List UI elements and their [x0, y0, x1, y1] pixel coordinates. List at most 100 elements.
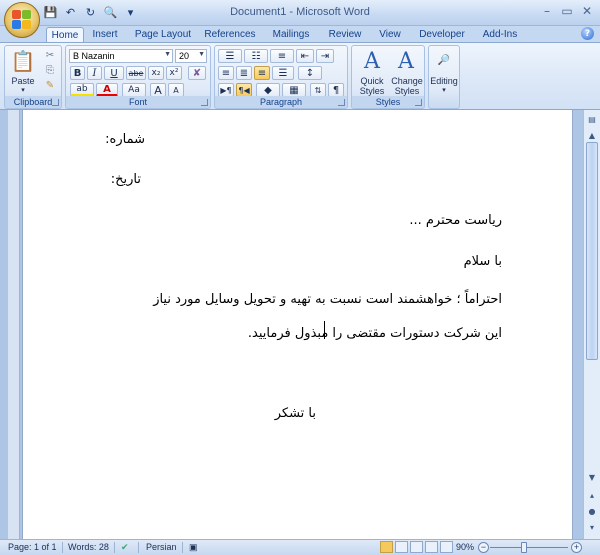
paste-dropdown-icon[interactable]: ▾ [7, 86, 39, 96]
quick-styles-icon[interactable]: A [358, 48, 386, 74]
vertical-ruler [8, 110, 20, 539]
ribbon-tabs: Home Insert Page Layout References Maili… [0, 26, 600, 44]
align-right-icon[interactable]: ≡ [254, 66, 270, 80]
close-icon[interactable]: ✕ [580, 3, 594, 19]
status-bar: Page: 1 of 1 Words: 28 ✔ Persian ▣ 90% −… [0, 539, 600, 555]
tab-references[interactable]: References [204, 27, 256, 43]
editing-group: 🔎 Editing ▾ [428, 45, 460, 109]
draft-view-icon[interactable] [440, 541, 453, 553]
strikethrough-button[interactable]: abe [126, 66, 146, 80]
find-icon[interactable]: 🔎 [433, 50, 455, 70]
quick-styles-label: Quick [360, 76, 384, 86]
multilevel-list-icon[interactable]: ≡ [270, 49, 294, 63]
increase-indent-icon[interactable]: ⇥ [316, 49, 334, 63]
scroll-down-icon[interactable]: ▼ [585, 470, 599, 484]
superscript-button[interactable]: x² [166, 66, 182, 80]
font-launcher-icon[interactable] [201, 99, 208, 106]
select-browse-object-icon[interactable]: ● [585, 504, 599, 518]
clear-formatting-icon[interactable]: ✘ [188, 66, 206, 80]
justify-icon[interactable]: ☰ [272, 66, 294, 80]
restore-icon[interactable]: ▭ [560, 3, 574, 19]
chevron-down-icon: ▼ [164, 51, 171, 58]
editing-dropdown-icon[interactable]: ▾ [429, 86, 459, 96]
borders-icon[interactable]: ▦ [282, 83, 306, 97]
font-name-value: B Nazanin [73, 51, 115, 61]
zoom-in-icon[interactable]: + [571, 542, 582, 553]
tab-view[interactable]: View [376, 27, 404, 43]
ruler-toggle-icon[interactable]: ▤ [585, 112, 599, 126]
format-painter-icon[interactable]: ✎ [43, 79, 57, 92]
tab-page-layout[interactable]: Page Layout [134, 27, 192, 43]
numbering-icon[interactable]: ☷ [244, 49, 268, 63]
shrink-font-button[interactable]: A [168, 83, 184, 97]
zoom-out-icon[interactable]: − [478, 542, 489, 553]
title-bar: 💾 ↶ ↻ 🔍 ▾ Document1 - Microsoft Word – ▭… [0, 0, 600, 38]
sort-icon[interactable]: ⇅ [310, 83, 326, 97]
font-name-combo[interactable]: B Nazanin ▼ [69, 49, 173, 63]
rtl-direction-icon[interactable]: ¶◀ [236, 83, 252, 97]
outline-view-icon[interactable] [425, 541, 438, 553]
paragraph-group-label: Paragraph [215, 96, 347, 108]
line-spacing-icon[interactable]: ↕ [298, 66, 322, 80]
zoom-slider-thumb[interactable] [521, 542, 527, 553]
change-styles-button[interactable]: Change Styles [388, 76, 426, 96]
tab-insert[interactable]: Insert [88, 27, 122, 43]
doc-line-number: شماره: [105, 132, 145, 147]
full-screen-reading-view-icon[interactable] [395, 541, 408, 553]
page-count-status[interactable]: Page: 1 of 1 [8, 542, 57, 552]
grow-font-button[interactable]: A [150, 83, 166, 97]
paste-icon[interactable]: 📋 [9, 48, 37, 74]
show-marks-icon[interactable]: ¶ [328, 83, 344, 97]
font-group: B Nazanin ▼ 20 ▼ B I U abe x₂ x² ✘ ab A … [65, 45, 211, 109]
decrease-indent-icon[interactable]: ⇤ [296, 49, 314, 63]
macro-recording-icon[interactable]: ▣ [189, 542, 198, 553]
font-color-icon[interactable]: A [96, 83, 118, 97]
cut-icon[interactable]: ✂ [43, 49, 57, 62]
previous-page-icon[interactable]: ▴ [585, 488, 599, 502]
quick-styles-button[interactable]: Quick Styles [354, 76, 390, 96]
change-styles-icon[interactable]: A [392, 48, 420, 74]
print-layout-view-icon[interactable] [380, 541, 393, 553]
font-size-combo[interactable]: 20 ▼ [175, 49, 207, 63]
web-layout-view-icon[interactable] [410, 541, 423, 553]
bullets-icon[interactable]: ☰ [218, 49, 242, 63]
align-center-icon[interactable]: ≣ [236, 66, 252, 80]
paste-button[interactable]: Paste [7, 76, 39, 86]
change-case-button[interactable]: Aa [122, 83, 146, 97]
font-group-label: Font [66, 96, 210, 108]
bold-button[interactable]: B [70, 66, 85, 80]
italic-button[interactable]: I [87, 66, 102, 80]
scroll-thumb[interactable] [586, 142, 598, 360]
styles-launcher-icon[interactable] [415, 99, 422, 106]
language-status[interactable]: Persian [146, 542, 177, 552]
proofing-icon[interactable]: ✔ [121, 542, 129, 553]
minimize-icon[interactable]: – [540, 3, 554, 19]
document-page[interactable]: شماره: تاریخ: ریاست محترم ... با سلام اح… [22, 110, 573, 539]
align-left-icon[interactable]: ≡ [218, 66, 234, 80]
shading-icon[interactable]: ◆ [256, 83, 280, 97]
editing-button[interactable]: Editing [429, 76, 459, 86]
clipboard-group: 📋 Paste ▾ ✂ ⎘ ✎ Clipboard [4, 45, 62, 109]
vertical-scrollbar[interactable]: ▤ ▲ ▼ ▴ ● ▾ [583, 110, 600, 539]
next-page-icon[interactable]: ▾ [585, 520, 599, 534]
office-button[interactable] [4, 2, 40, 38]
doc-line-greeting: با سلام [463, 254, 502, 269]
scroll-up-icon[interactable]: ▲ [585, 128, 599, 142]
word-count-status[interactable]: Words: 28 [68, 542, 109, 552]
tab-mailings[interactable]: Mailings [268, 27, 314, 43]
copy-icon[interactable]: ⎘ [43, 64, 57, 77]
zoom-level[interactable]: 90% [456, 542, 474, 552]
tab-developer[interactable]: Developer [418, 27, 466, 43]
paragraph-launcher-icon[interactable] [338, 99, 345, 106]
zoom-slider-track[interactable] [490, 547, 568, 548]
underline-button[interactable]: U [104, 66, 124, 80]
clipboard-launcher-icon[interactable] [52, 99, 59, 106]
ltr-direction-icon[interactable]: ▶¶ [218, 83, 234, 97]
help-icon[interactable]: ? [581, 27, 594, 40]
subscript-button[interactable]: x₂ [148, 66, 164, 80]
change-styles-label-2: Styles [394, 86, 420, 96]
tab-add-ins[interactable]: Add-Ins [480, 27, 520, 43]
tab-review[interactable]: Review [326, 27, 364, 43]
highlight-color-icon[interactable]: ab [70, 83, 94, 97]
text-cursor [324, 321, 325, 339]
